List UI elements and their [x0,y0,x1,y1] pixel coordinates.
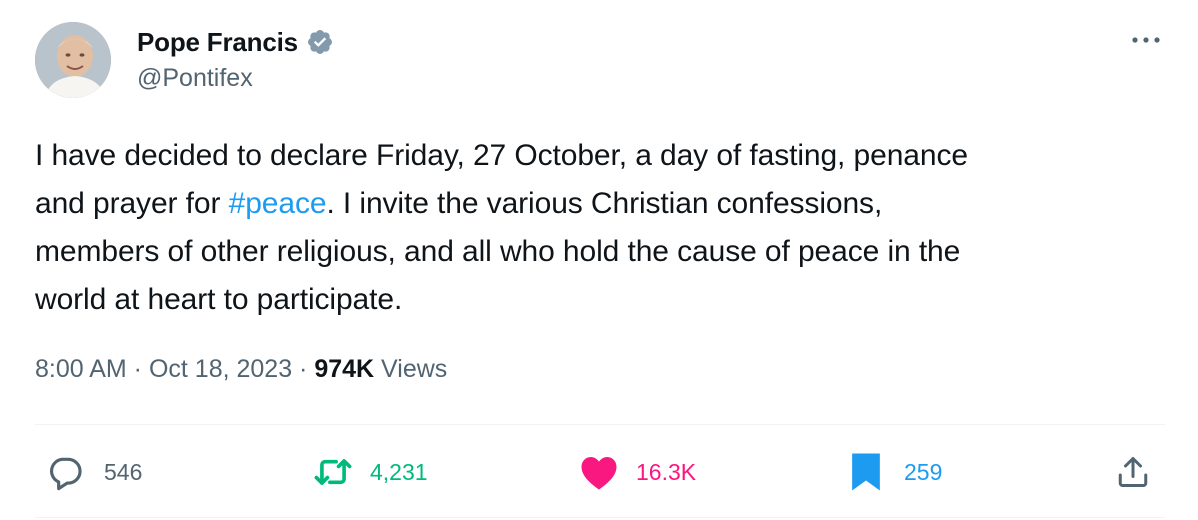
share-icon [1118,457,1148,487]
tweet-card: Pope Francis @Pontifex I have decided to… [0,0,1198,520]
bookmark-icon [852,453,880,491]
tweet-meta: 8:00 AM · Oct 18, 2023 · 974K Views [35,355,447,384]
tweet-text: I have decided to declare Friday, 27 Oct… [35,132,1155,324]
like-count: 16.3K [636,458,697,485]
retweet-count: 4,231 [370,458,428,485]
retweet-button[interactable]: 4,231 [312,450,428,494]
like-button[interactable]: 16.3K [579,450,696,494]
tweet-text-line: members of other religious, and all who … [35,235,961,268]
verified-badge-icon[interactable] [306,28,334,56]
tweet-text-line: world at heart to participate. [35,283,403,316]
reply-button[interactable]: 546 [46,450,142,494]
action-bar: 546 4,231 16.3K 259 [0,440,1198,504]
heart-icon [581,457,617,490]
author-display-name[interactable]: Pope Francis [137,27,298,58]
meta-separator: · [292,355,315,383]
more-dots-icon [1132,37,1160,43]
meta-separator: · [126,355,149,383]
tweet-time[interactable]: 8:00 AM [35,355,127,383]
tweet-text-line: and prayer for #peace. I invite the vari… [35,180,1155,228]
bookmark-button[interactable]: 259 [850,450,942,494]
author-handle[interactable]: @Pontifex [137,64,253,93]
author-name-row: Pope Francis [137,24,334,60]
retweet-icon [314,459,352,485]
divider [35,517,1165,518]
share-button[interactable] [1115,450,1151,494]
tweet-date[interactable]: Oct 18, 2023 [149,355,292,383]
views-label: Views [374,355,448,383]
avatar-photo [35,22,111,98]
reply-icon [49,457,82,491]
views-count[interactable]: 974K [314,355,374,383]
hashtag-link[interactable]: #peace [229,187,327,220]
reply-count: 546 [104,458,143,485]
divider [35,424,1165,425]
more-options-button[interactable] [1128,26,1164,54]
avatar[interactable] [35,22,111,98]
tweet-text-line: I have decided to declare Friday, 27 Oct… [35,139,968,172]
tweet-text-segment: . I invite the various Christian confess… [326,187,883,220]
bookmark-count: 259 [904,458,943,485]
tweet-text-segment: and prayer for [35,187,229,220]
